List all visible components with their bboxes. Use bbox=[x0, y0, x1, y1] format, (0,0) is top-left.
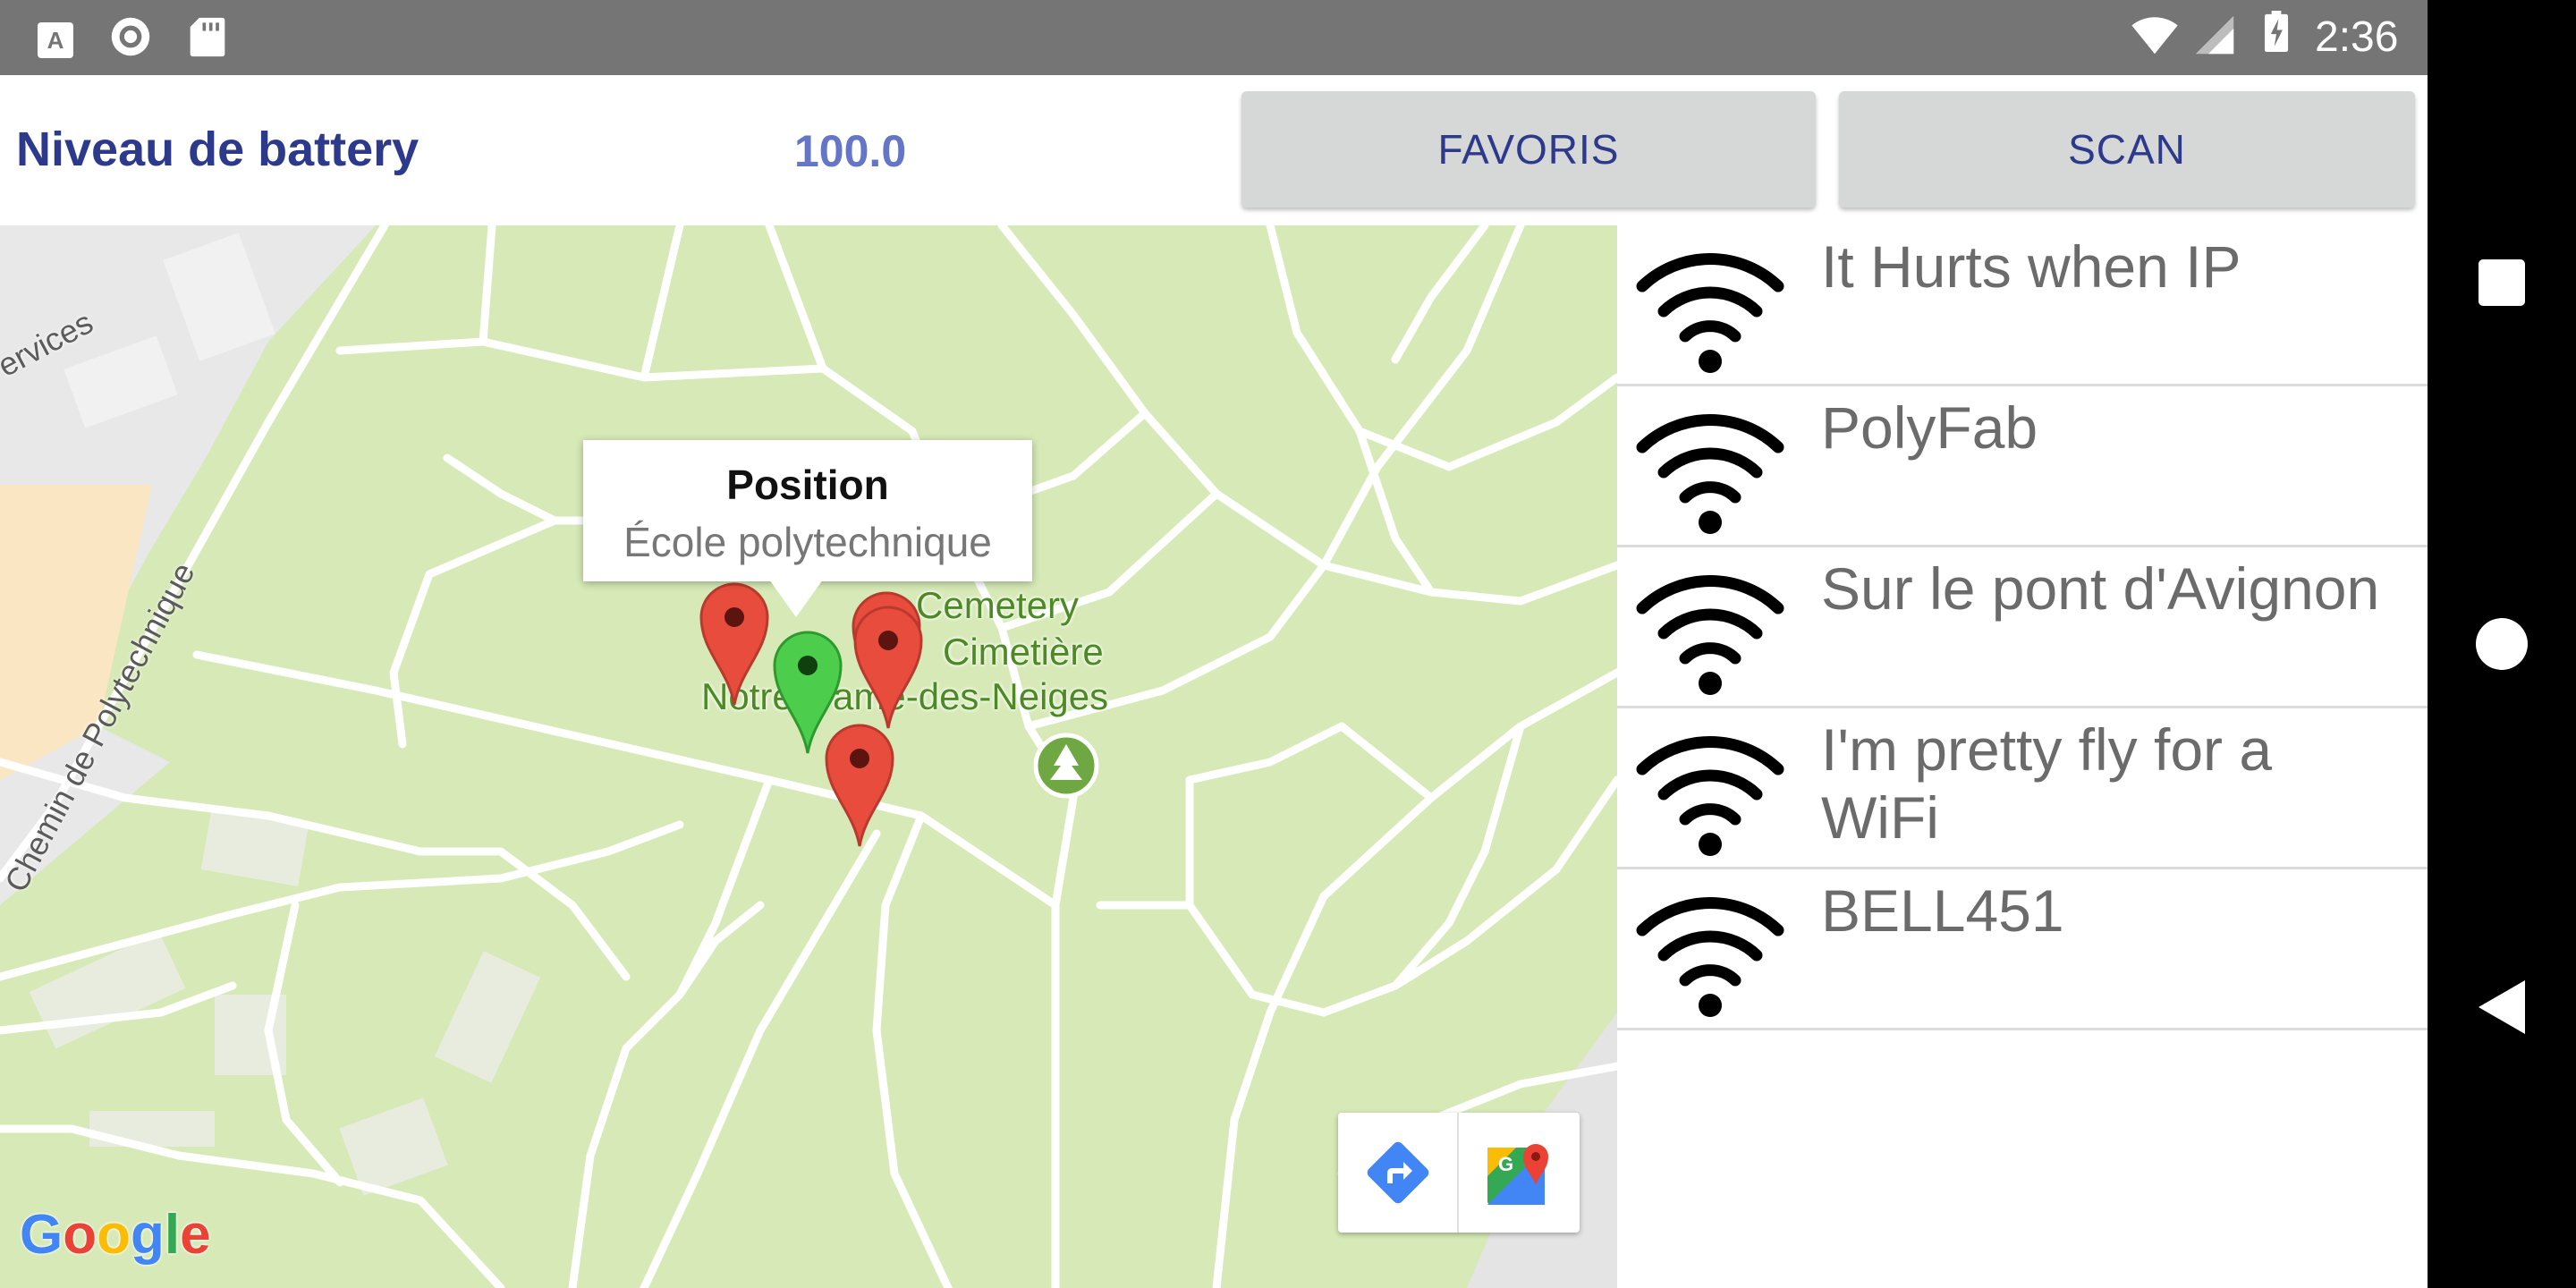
wifi-network-name: Sur le pont d'Avignon bbox=[1821, 555, 2380, 622]
wifi-network-list: It Hurts when IP PolyFab Sur le pont d'A… bbox=[1617, 225, 2428, 1288]
wifi-list-item[interactable]: It Hurts when IP bbox=[1617, 225, 2428, 386]
cell-signal-icon bbox=[2195, 15, 2234, 55]
wifi-list-item[interactable]: BELL451 bbox=[1617, 869, 2428, 1030]
svg-text:G: G bbox=[1498, 1153, 1513, 1175]
wifi-icon bbox=[1636, 897, 1784, 1017]
google-logo: Google bbox=[20, 1204, 211, 1267]
info-window-subtitle: École polytechnique bbox=[623, 519, 992, 565]
back-triangle-icon bbox=[2479, 980, 2525, 1034]
google-maps-icon: G bbox=[1487, 1144, 1548, 1205]
wifi-network-name: PolyFab bbox=[1821, 394, 2038, 461]
circle-record-icon bbox=[111, 17, 150, 56]
cemetery-label-fr: Cimetière bbox=[943, 631, 1104, 673]
google-logo-letter: o bbox=[63, 1204, 97, 1266]
status-time: 2:36 bbox=[2315, 13, 2399, 61]
scan-button[interactable]: SCAN bbox=[1839, 91, 2415, 208]
map-toolbar: G bbox=[1338, 1113, 1580, 1233]
google-logo-letter: e bbox=[180, 1204, 211, 1266]
map-view[interactable]: ervices Chemin de Polytechnique Cemetery… bbox=[0, 225, 1617, 1288]
navigation-bar bbox=[2428, 0, 2576, 1288]
wifi-list-item[interactable]: PolyFab bbox=[1617, 386, 2428, 547]
back-button[interactable] bbox=[2428, 945, 2576, 1070]
red-marker[interactable] bbox=[823, 721, 896, 848]
cemetery-label-en: Cemetery bbox=[916, 584, 1080, 626]
wifi-list-item[interactable]: Sur le pont d'Avignon bbox=[1617, 547, 2428, 708]
google-logo-letter: g bbox=[130, 1204, 165, 1266]
sd-card-icon bbox=[190, 17, 225, 57]
battery-charging-icon bbox=[2264, 11, 2289, 52]
red-marker[interactable] bbox=[698, 580, 771, 707]
google-logo-letter: l bbox=[164, 1204, 181, 1266]
recents-button[interactable] bbox=[2428, 220, 2576, 345]
wifi-list-item[interactable]: I'm pretty fly for a WiFi bbox=[1617, 708, 2428, 869]
recents-square-icon bbox=[2479, 259, 2525, 306]
google-logo-letter: G bbox=[20, 1204, 64, 1266]
directions-icon bbox=[1367, 1141, 1428, 1204]
google-logo-letter: o bbox=[97, 1204, 131, 1266]
home-circle-icon bbox=[2476, 618, 2528, 670]
battery-toolbar: Niveau de battery 100.0 FAVORIS SCAN bbox=[0, 75, 2428, 225]
marker-info-window[interactable]: Position École polytechnique bbox=[583, 440, 1032, 581]
home-button[interactable] bbox=[2428, 581, 2576, 707]
svg-text:A: A bbox=[47, 27, 64, 54]
battery-label: Niveau de battery bbox=[16, 123, 419, 176]
info-window-pointer bbox=[769, 580, 823, 617]
wifi-icon bbox=[1636, 575, 1784, 695]
keyboard-a-icon: A bbox=[38, 22, 73, 58]
favoris-button[interactable]: FAVORIS bbox=[1241, 91, 1816, 208]
wifi-network-name: It Hurts when IP bbox=[1821, 233, 2241, 300]
wifi-signal-icon bbox=[2131, 17, 2178, 55]
battery-value: 100.0 bbox=[794, 126, 907, 176]
open-google-maps-button[interactable]: G bbox=[1459, 1113, 1580, 1233]
red-marker[interactable] bbox=[852, 603, 925, 730]
info-window-title: Position bbox=[726, 462, 889, 508]
directions-button[interactable] bbox=[1338, 1113, 1459, 1233]
status-bar: A 2:36 bbox=[0, 0, 2428, 75]
wifi-network-name: BELL451 bbox=[1821, 877, 2064, 944]
wifi-icon bbox=[1636, 414, 1784, 534]
wifi-icon bbox=[1636, 253, 1784, 373]
wifi-icon bbox=[1636, 736, 1784, 856]
wifi-network-name: I'm pretty fly for a WiFi bbox=[1821, 716, 2273, 851]
